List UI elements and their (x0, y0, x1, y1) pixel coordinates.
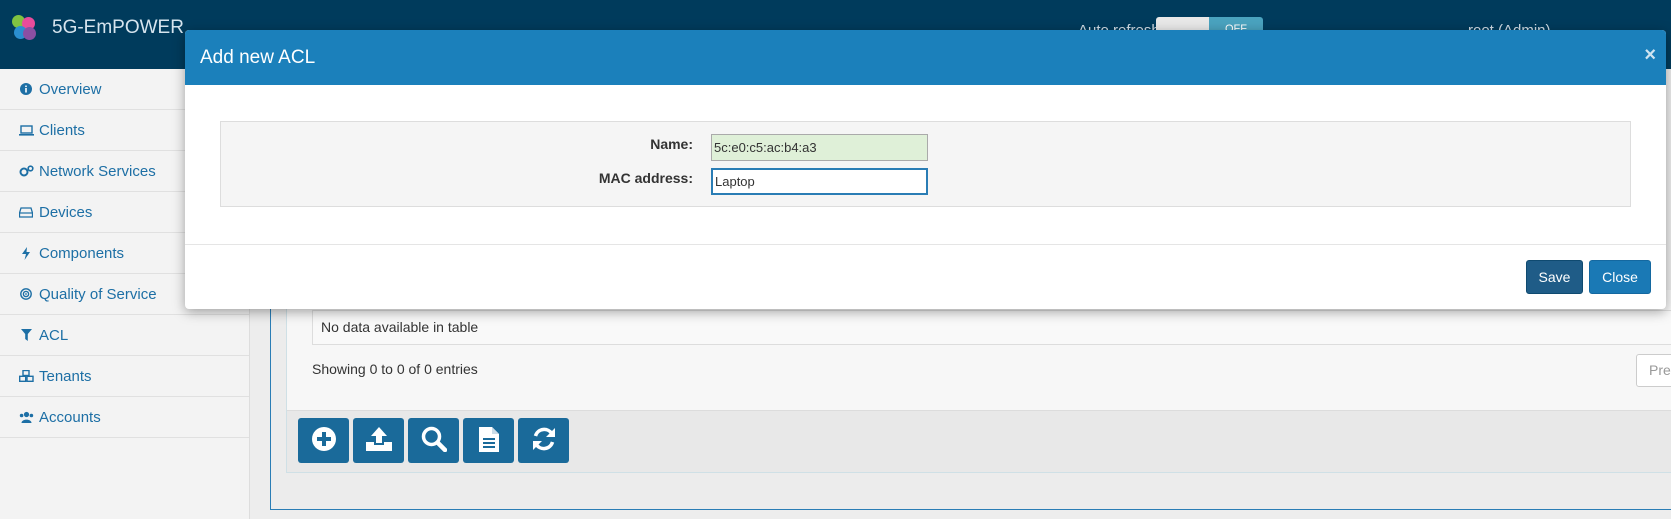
modal-body: Name: MAC address: (185, 85, 1666, 245)
name-label: Name: (650, 136, 693, 152)
close-icon[interactable]: × (1644, 44, 1656, 67)
acl-form: Name: MAC address: (220, 121, 1631, 207)
save-button[interactable]: Save (1526, 260, 1583, 294)
modal-title: Add new ACL (200, 47, 316, 68)
mac-address-input[interactable] (711, 168, 928, 195)
modal-footer: Save Close (185, 244, 1666, 309)
modal-header: Add new ACL × (185, 30, 1666, 85)
name-input[interactable] (711, 134, 928, 161)
mac-address-label: MAC address: (598, 170, 693, 186)
add-acl-modal: Add new ACL × Name: MAC address: Save Cl… (185, 30, 1666, 309)
close-button[interactable]: Close (1589, 260, 1651, 294)
